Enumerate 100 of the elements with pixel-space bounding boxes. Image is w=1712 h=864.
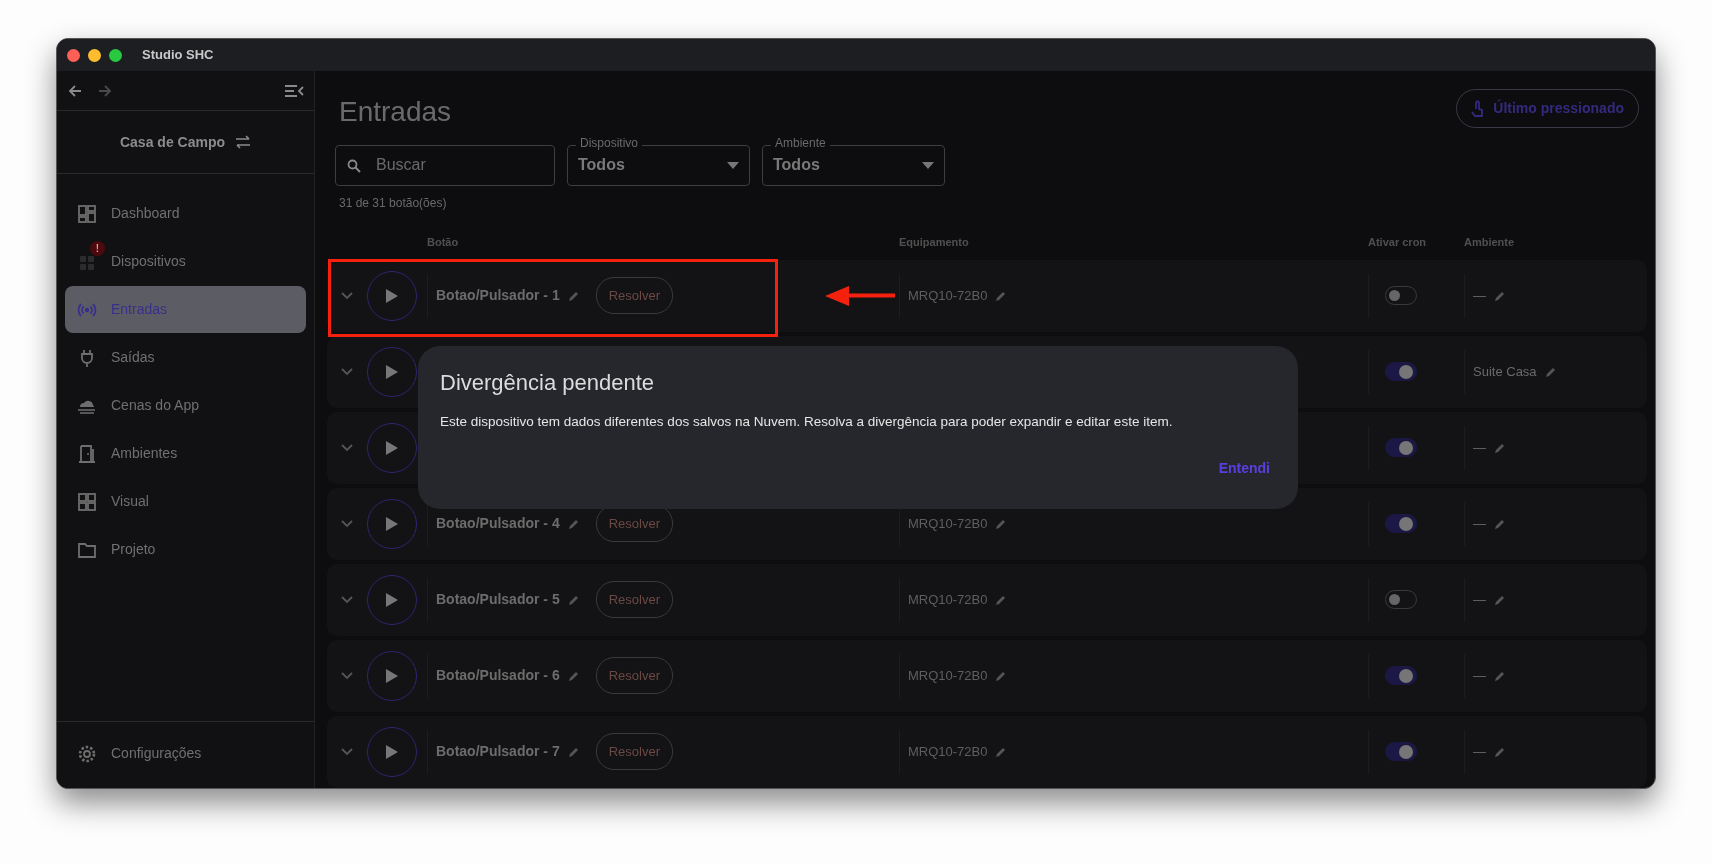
pencil-icon[interactable] <box>995 593 1008 606</box>
equipment-name: MRQ10-72B0 <box>908 286 988 305</box>
touch-icon <box>1471 99 1486 118</box>
table-row[interactable]: Botao/Pulsador - 5 Resolver MRQ10-72B0 — <box>327 563 1647 636</box>
play-icon <box>386 440 398 455</box>
dropdown-caret-icon <box>727 161 739 169</box>
pencil-icon[interactable] <box>567 517 580 530</box>
sidebar-item[interactable]: Dispositivos ! <box>65 238 306 285</box>
button-name: Botao/Pulsador - 7 <box>436 742 560 762</box>
forward-arrow-icon[interactable] <box>97 82 113 99</box>
close-window-button[interactable] <box>67 48 80 62</box>
toggle-switch[interactable] <box>1385 438 1417 458</box>
minimize-window-button[interactable] <box>88 48 101 62</box>
field-label: Ambiente <box>771 135 830 150</box>
result-count: 31 de 31 botão(ões) <box>339 194 448 212</box>
dropdown-caret-icon <box>922 161 934 169</box>
play-icon <box>386 592 398 607</box>
room-name: — <box>1473 590 1486 609</box>
pencil-icon[interactable] <box>995 289 1008 302</box>
pencil-icon[interactable] <box>1494 289 1506 302</box>
swap-arrows-icon[interactable] <box>235 135 251 149</box>
equipment-name: MRQ10-72B0 <box>908 590 988 609</box>
resolve-button[interactable]: Resolver <box>595 732 673 771</box>
settings-icon <box>77 743 97 764</box>
pencil-icon[interactable] <box>995 517 1008 530</box>
play-icon <box>386 288 398 303</box>
grid-icon <box>77 491 97 512</box>
column-header: Equipamento <box>899 236 969 249</box>
dialog-message: Este dispositivo tem dados diferentes dos salvos na Nuvem. Resolva a divergência para poder expandir e editar este item. <box>440 413 1174 432</box>
table-row[interactable]: Botao/Pulsador - 6 Resolver MRQ10-72B0 — <box>327 639 1647 712</box>
room-name: Suite Casa <box>1473 362 1537 381</box>
pencil-icon[interactable] <box>995 745 1008 758</box>
button-name: Botao/Pulsador - 6 <box>436 666 560 686</box>
sidebar-item[interactable]: Dashboard <box>65 190 306 237</box>
field-label: Dispositivo <box>576 135 643 150</box>
play-icon <box>386 364 398 379</box>
chevron-down-icon[interactable] <box>341 595 353 604</box>
chevron-down-icon[interactable] <box>341 671 353 680</box>
room-name: — <box>1473 514 1486 533</box>
pencil-icon[interactable] <box>567 669 580 682</box>
dialog-title: Divergência pendente <box>440 370 656 397</box>
pencil-icon[interactable] <box>995 669 1008 682</box>
pencil-icon[interactable] <box>1494 517 1506 530</box>
sidebar-item[interactable]: Cenas do App <box>65 382 306 429</box>
pencil-icon[interactable] <box>567 593 580 606</box>
pencil-icon[interactable] <box>567 289 580 302</box>
search-field[interactable]: Buscar <box>335 144 555 186</box>
window-title: Studio SHC <box>142 46 214 65</box>
play-icon <box>386 744 398 759</box>
room-name: — <box>1473 742 1486 761</box>
pointer-arrow <box>825 284 895 307</box>
alert-badge: ! <box>90 241 105 256</box>
toggle-switch[interactable] <box>1385 742 1417 762</box>
pencil-icon[interactable] <box>1494 593 1506 606</box>
understood-button[interactable]: Entendi <box>1212 456 1276 480</box>
resolve-button[interactable]: Resolver <box>595 580 673 619</box>
table-row[interactable]: Botao/Pulsador - 7 Resolver MRQ10-72B0 — <box>327 715 1647 788</box>
sidebar-item[interactable]: Projeto <box>65 526 306 573</box>
chevron-down-icon[interactable] <box>341 367 353 376</box>
sidebar-item[interactable]: Saídas <box>65 334 306 381</box>
pencil-icon[interactable] <box>1544 365 1557 378</box>
room-name: — <box>1473 666 1486 685</box>
sidebar-item[interactable]: Visual <box>65 478 306 525</box>
dashboard-icon <box>77 203 97 224</box>
button-name: Botao/Pulsador - 1 <box>436 286 560 306</box>
button-name: Botao/Pulsador - 4 <box>436 514 560 534</box>
column-header: Ambiente <box>1464 236 1515 249</box>
chevron-down-icon[interactable] <box>341 291 353 300</box>
back-arrow-icon[interactable] <box>67 82 83 99</box>
room-name: — <box>1473 286 1486 305</box>
play-icon <box>386 668 398 683</box>
search-icon <box>347 158 361 173</box>
door-icon <box>77 443 97 464</box>
chevron-down-icon[interactable] <box>341 443 353 452</box>
pencil-icon[interactable] <box>1494 669 1506 682</box>
chevron-down-icon[interactable] <box>341 747 353 756</box>
column-header: Botão <box>427 236 459 249</box>
pencil-icon[interactable] <box>567 745 580 758</box>
pencil-icon[interactable] <box>1494 441 1506 454</box>
column-header: Ativar cron <box>1368 236 1427 249</box>
resolve-button[interactable]: Resolver <box>595 656 673 695</box>
toggle-switch[interactable] <box>1385 362 1417 382</box>
page-title: Entradas <box>339 95 452 129</box>
toggle-switch[interactable] <box>1385 514 1417 534</box>
chevron-down-icon[interactable] <box>341 519 353 528</box>
pencil-icon[interactable] <box>1494 745 1506 758</box>
sidebar-item[interactable]: Ambientes <box>65 430 306 477</box>
play-icon <box>386 516 398 531</box>
workspace-name: Casa de Campo <box>119 132 225 152</box>
button-name: Botao/Pulsador - 5 <box>436 590 560 610</box>
dropdown-value: Todos <box>578 155 625 176</box>
collapse-menu-icon[interactable] <box>284 82 304 99</box>
equipment-name: MRQ10-72B0 <box>908 514 988 533</box>
zoom-window-button[interactable] <box>109 48 122 62</box>
sidebar-item[interactable]: Configurações <box>65 730 208 777</box>
room-name: — <box>1473 438 1486 457</box>
equipment-name: MRQ10-72B0 <box>908 666 988 685</box>
resolve-button[interactable]: Resolver <box>595 276 673 315</box>
toggle-switch[interactable] <box>1385 666 1417 686</box>
equipment-name: MRQ10-72B0 <box>908 742 988 761</box>
